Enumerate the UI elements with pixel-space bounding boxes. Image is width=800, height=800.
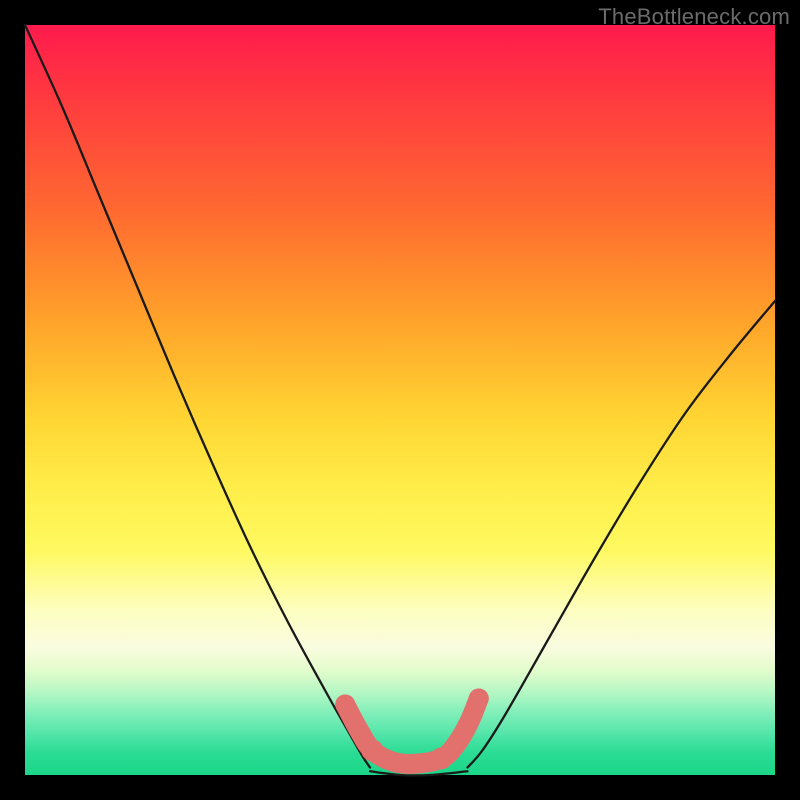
curve-left-path [25,25,370,768]
trough-overlay-dot [361,739,383,761]
chart-svg [25,25,775,775]
trough-overlay-dot [469,689,489,709]
curve-right-path [468,301,776,768]
plot-area [25,25,775,775]
trough-overlay-dot [335,695,355,715]
trough-overlay-dot [430,748,452,770]
chart-frame: TheBottleneck.com [0,0,800,800]
